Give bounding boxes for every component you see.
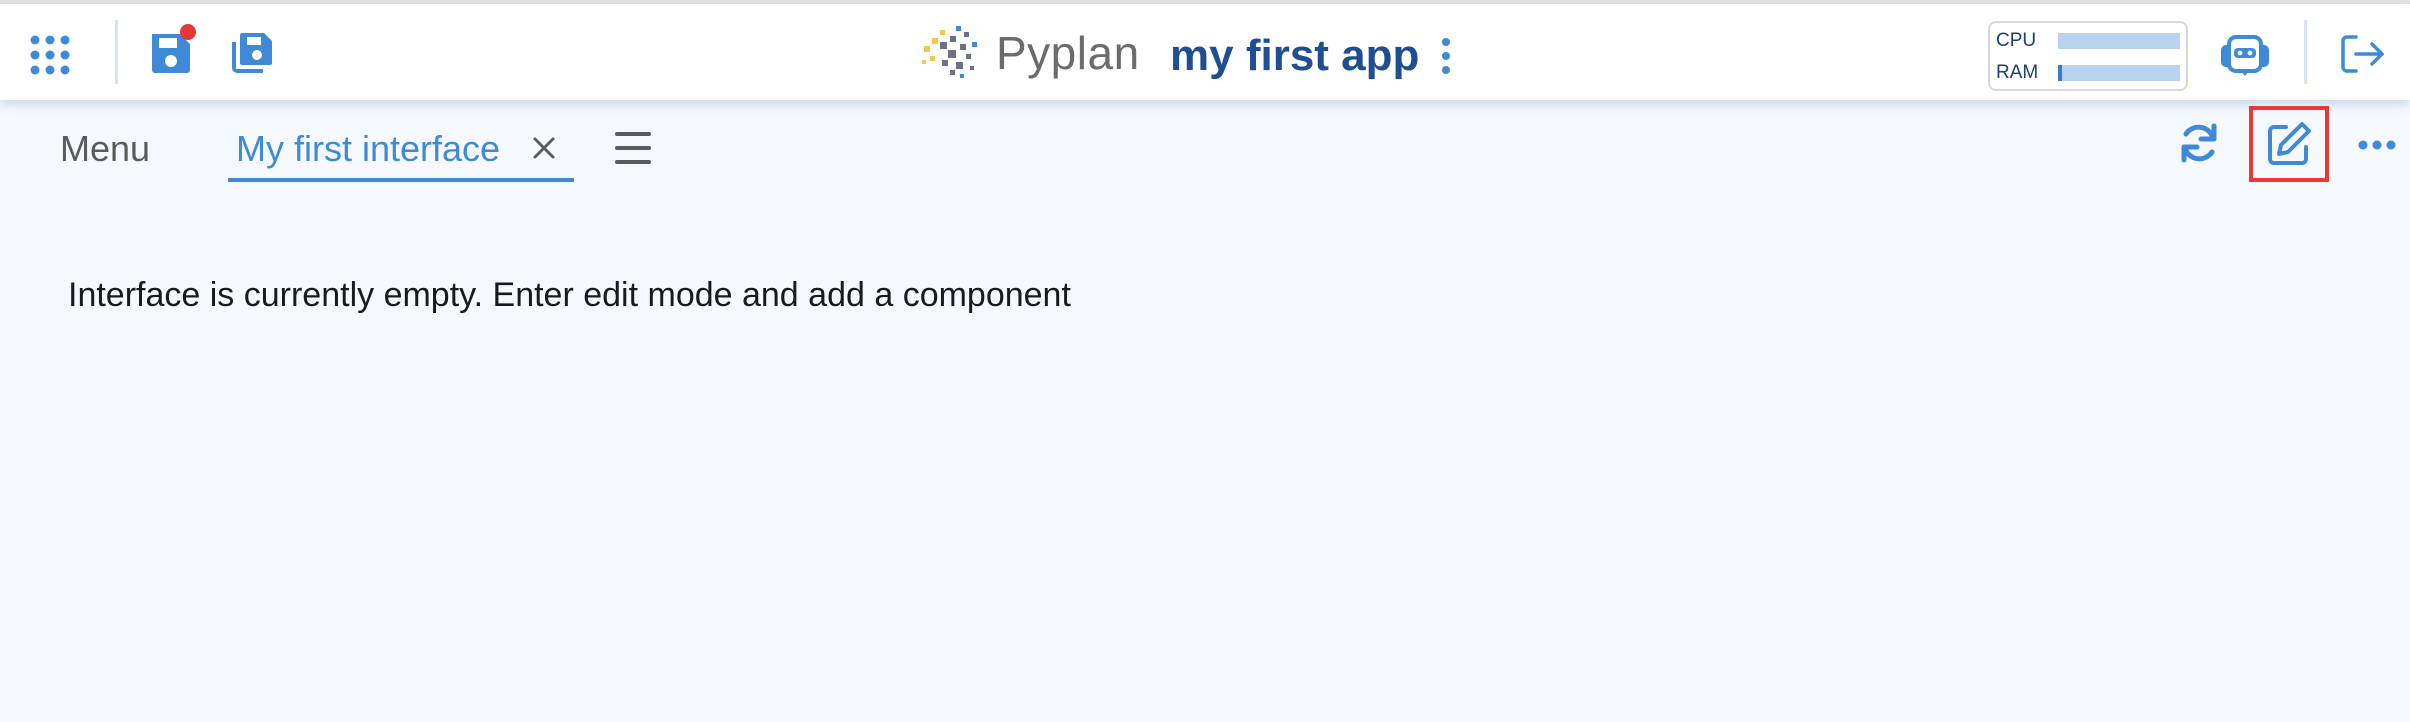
app-header: Pyplan my first app CPU RAM [0, 4, 2410, 100]
close-icon[interactable] [532, 136, 556, 160]
menu-tab[interactable]: Menu [60, 128, 150, 170]
pyplan-logo-mark [920, 22, 986, 87]
empty-interface-message: Interface is currently empty. Enter edit… [68, 276, 1071, 314]
ram-usage-bar [2058, 65, 2180, 81]
pyplan-logo-text: Pyplan [996, 27, 1140, 79]
resource-monitor: CPU RAM [1988, 21, 2188, 91]
app-title: my first app [1170, 31, 1420, 80]
apps-grid-icon[interactable] [30, 35, 70, 75]
unsaved-indicator-dot [180, 24, 196, 40]
header-divider [115, 20, 118, 84]
logout-icon[interactable] [2340, 34, 2386, 74]
tab-my-first-interface[interactable]: My first interface [236, 128, 500, 170]
edit-button-highlight [2249, 106, 2329, 182]
ram-label: RAM [1996, 62, 2039, 83]
save-as-icon[interactable] [230, 30, 274, 74]
assistant-bot-icon[interactable] [2219, 33, 2271, 77]
header-divider-right [2304, 20, 2307, 84]
kebab-menu-icon[interactable] [1441, 38, 1451, 74]
active-tab-underline [228, 178, 574, 182]
hamburger-menu-icon[interactable] [614, 130, 652, 166]
cpu-label: CPU [1996, 30, 2037, 51]
more-horizontal-icon[interactable] [2358, 140, 2396, 150]
cpu-usage-bar [2058, 33, 2180, 49]
refresh-icon[interactable] [2178, 122, 2220, 164]
